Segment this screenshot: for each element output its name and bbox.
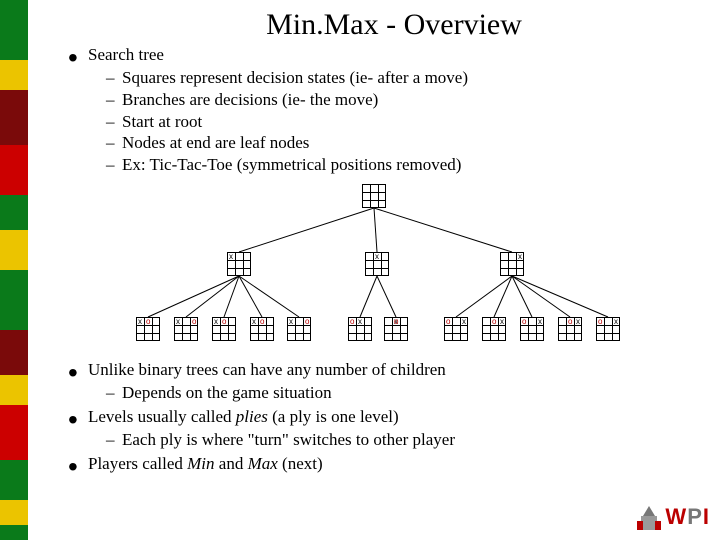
logo-letter: W bbox=[665, 504, 685, 530]
list-item: Each ply is where "turn" switches to oth… bbox=[106, 429, 688, 451]
list-item: Levels usually called plies (a ply is on… bbox=[68, 406, 688, 451]
list-item: Squares represent decision states (ie- a… bbox=[106, 67, 688, 89]
list-item: Depends on the game situation bbox=[106, 382, 688, 404]
tree-node: x bbox=[500, 252, 524, 276]
bullet-list-lower: Unlike binary trees can have any number … bbox=[68, 359, 688, 475]
tree-node: x bbox=[227, 252, 251, 276]
tree-node: xo bbox=[136, 317, 160, 341]
tree-node: xo bbox=[558, 317, 582, 341]
tree-diagram: x x x xo xo xo xo xo ox xo ox ox xo xo x… bbox=[94, 182, 654, 357]
tree-node: xo bbox=[212, 317, 236, 341]
wpi-crest-icon bbox=[635, 502, 663, 532]
tree-node-root bbox=[362, 184, 386, 208]
tree-node: x bbox=[365, 252, 389, 276]
wpi-logo: W P I bbox=[635, 502, 708, 532]
logo-letter: I bbox=[703, 504, 708, 530]
slide-content: Min.Max - Overview Search tree Squares r… bbox=[40, 0, 700, 477]
list-item: Unlike binary trees can have any number … bbox=[68, 359, 688, 404]
list-item: Branches are decisions (ie- the move) bbox=[106, 89, 688, 111]
tree-node: xo bbox=[596, 317, 620, 341]
list-item: Players called Min and Max (next) bbox=[68, 453, 688, 475]
decorative-sidebar bbox=[0, 0, 28, 540]
logo-letter: P bbox=[687, 504, 701, 530]
tree-node: xo bbox=[520, 317, 544, 341]
tree-node: xo bbox=[174, 317, 198, 341]
tree-node: ox bbox=[348, 317, 372, 341]
tree-node: xo bbox=[287, 317, 311, 341]
bullet-list: Search tree Squares represent decision s… bbox=[68, 44, 688, 176]
list-item: Nodes at end are leaf nodes bbox=[106, 132, 688, 154]
tree-node: ox bbox=[444, 317, 468, 341]
slide-title: Min.Max - Overview bbox=[100, 8, 688, 42]
tree-node: xo bbox=[384, 317, 408, 341]
tree-node: ox bbox=[482, 317, 506, 341]
list-item: Ex: Tic-Tac-Toe (symmetrical positions r… bbox=[106, 154, 688, 176]
tree-node: xo bbox=[250, 317, 274, 341]
list-item: Search tree Squares represent decision s… bbox=[68, 44, 688, 176]
list-item: Start at root bbox=[106, 111, 688, 133]
